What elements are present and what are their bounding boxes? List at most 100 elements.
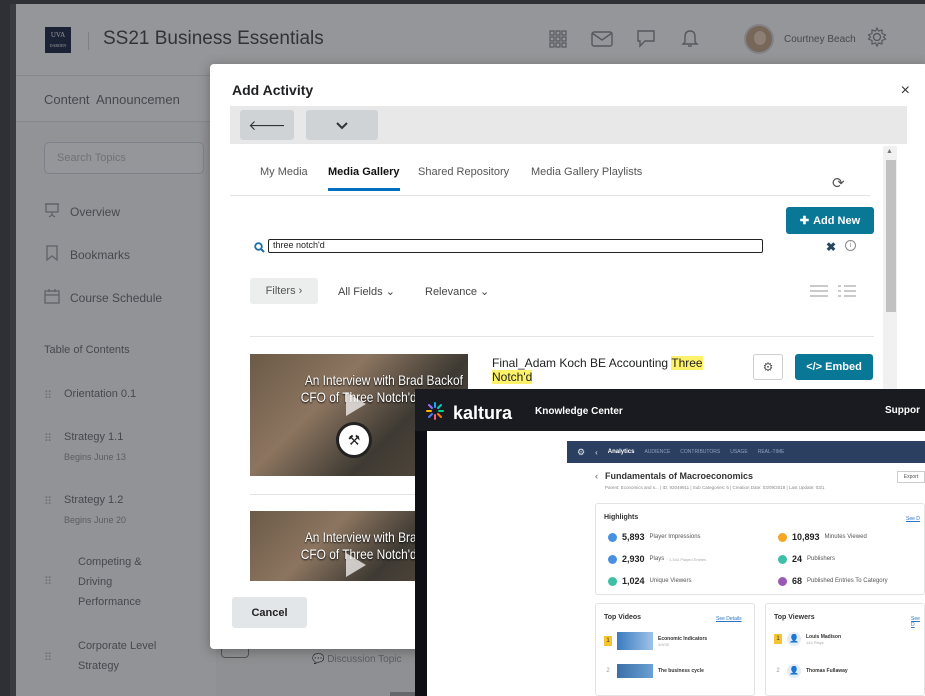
top-viewers-card: Top Viewers See D 1 👤 Louis Madison 144 Pla…	[765, 603, 925, 696]
tab-media-gallery[interactable]: Media Gallery	[328, 166, 400, 191]
tab-media-gallery-playlists[interactable]: Media Gallery Playlists	[531, 166, 642, 188]
kaltura-knowledge-center: kaltura Knowledge Center Suppor ⚙ ‹ Anal…	[415, 389, 925, 696]
highlights-card: Highlights See D 5,893 Player Impressions…	[595, 503, 925, 595]
scroll-up-icon[interactable]: ▲	[886, 148, 893, 155]
nav-contributors[interactable]: CONTRIBUTORS	[680, 449, 720, 455]
stat-item: 68 Published Entries To Category	[778, 576, 888, 586]
detailed-view-icon[interactable]	[838, 284, 856, 302]
see-details-link[interactable]: See Details	[716, 616, 742, 622]
knowledge-center-title[interactable]: Knowledge Center	[535, 406, 623, 417]
filters-button[interactable]: Filters ›	[250, 278, 318, 304]
nav-audience[interactable]: AUDIENCE	[644, 449, 670, 455]
rank-badge: 1	[604, 636, 612, 646]
support-link[interactable]: Suppor	[885, 405, 920, 416]
stat-value: 10,893	[792, 532, 820, 542]
stat-value: 2,930	[622, 554, 645, 564]
fields-dropdown[interactable]: All Fields ⌄	[338, 285, 395, 298]
gear-icon[interactable]: ⚙	[577, 447, 585, 458]
top-videos-card: Top Videos See Details 1 Economic Indicat…	[595, 603, 755, 696]
back-arrow-icon: 🡐	[248, 116, 286, 133]
embed-label: Embed	[825, 361, 862, 373]
list-item[interactable]: 1 👤 Louis Madison 144 Plays	[774, 632, 841, 646]
stat-label: Plays	[649, 556, 665, 562]
stat-item: 2,930 Plays 1,544 Played Entries	[608, 554, 706, 564]
user-icon: 👤	[787, 632, 801, 646]
clear-search-icon[interactable]: ✖	[826, 240, 836, 254]
highlights-title: Highlights	[604, 514, 639, 521]
viewer-name: Thomas Fullaway	[806, 668, 848, 674]
video-meta: 4/9/30	[658, 641, 670, 647]
result-title[interactable]: Final_Adam Koch BE Accounting Three Notc…	[492, 356, 712, 384]
stat-icon	[608, 532, 617, 542]
stat-value: 68	[792, 576, 803, 586]
entry-breadcrumb: Parent: Economics and s... | ID: 9204991…	[605, 485, 825, 490]
top-videos-title: Top Videos	[604, 614, 642, 621]
video-thumbnail	[617, 664, 653, 678]
code-icon: </>	[806, 361, 823, 373]
analytics-nav: ⚙ ‹ Analytics AUDIENCE CONTRIBUTORS USAG…	[567, 441, 925, 463]
stat-extra: 1,544 Played Entries	[669, 556, 707, 562]
stat-item: 1,024 Unique Viewers	[608, 576, 691, 586]
kaltura-body: ⚙ ‹ Analytics AUDIENCE CONTRIBUTORS USAG…	[427, 431, 925, 696]
kaltura-logo[interactable]: kaltura	[425, 401, 512, 426]
add-new-label: Add New	[813, 214, 861, 227]
stat-label: Published Entries To Category	[807, 578, 888, 584]
stat-value: 24	[792, 554, 803, 564]
viewer-name: Louis Madison	[806, 633, 841, 640]
chevron-down-icon: ⌄	[385, 286, 395, 298]
brewery-logo: ⚒	[336, 422, 372, 458]
settings-button[interactable]: ⚙	[753, 354, 783, 380]
stat-value: 5,893	[622, 532, 645, 542]
plus-icon: ✚	[799, 215, 810, 227]
export-button[interactable]: Export	[897, 471, 925, 483]
dropdown-button[interactable]	[306, 110, 378, 140]
video-name: The business cycle	[658, 668, 704, 674]
add-new-button[interactable]: ✚ Add New	[786, 207, 874, 234]
play-icon	[346, 392, 366, 416]
result-title-text: Final_Adam Koch BE Accounting	[492, 356, 672, 370]
nav-usage[interactable]: USAGE	[730, 449, 748, 455]
refresh-icon[interactable]: ⟳	[832, 174, 845, 192]
kaltura-logo-text: kaltura	[453, 403, 513, 423]
nav-real-time[interactable]: REAL-TIME	[758, 449, 785, 455]
tab-my-media[interactable]: My Media	[260, 166, 308, 188]
rank-badge: 2	[776, 668, 780, 674]
sort-dropdown[interactable]: Relevance ⌄	[425, 285, 489, 298]
tab-shared-repository[interactable]: Shared Repository	[418, 166, 509, 188]
sort-dropdown-label: Relevance	[425, 286, 477, 298]
stat-icon	[778, 576, 787, 586]
fields-dropdown-label: All Fields	[338, 286, 383, 298]
back-button[interactable]: 🡐	[240, 110, 294, 140]
info-icon[interactable]: i	[845, 240, 856, 251]
back-icon[interactable]: ‹	[595, 471, 598, 481]
list-item[interactable]: 2 👤 Thomas Fullaway	[774, 664, 848, 678]
stat-icon	[778, 532, 787, 542]
stat-item: 10,893 Minutes Viewed	[778, 532, 867, 542]
cancel-button[interactable]: Cancel	[232, 597, 307, 628]
stat-icon	[608, 554, 617, 564]
nav-analytics[interactable]: Analytics	[608, 449, 635, 455]
media-tabs: My Media Media Gallery Shared Repository…	[230, 154, 870, 196]
thumbnail-caption: An Interview with Brad Backof	[304, 372, 463, 388]
chevron-down-icon	[336, 117, 348, 133]
results-divider	[250, 336, 874, 337]
entry-title: Fundamentals of Macroeconomics	[605, 471, 754, 481]
stat-label: Player Impressions	[649, 534, 701, 540]
search-input[interactable]: three notch'd	[268, 239, 763, 253]
embed-button[interactable]: </> Embed	[795, 354, 873, 380]
stat-icon	[778, 554, 787, 564]
stat-icon	[608, 576, 617, 586]
top-viewers-title: Top Viewers	[774, 614, 815, 621]
scrollbar-thumb[interactable]	[886, 160, 896, 312]
see-details-link[interactable]: See D	[906, 516, 920, 522]
see-details-link[interactable]: See D	[911, 616, 924, 628]
close-icon[interactable]: ×	[901, 82, 910, 100]
list-view-icon[interactable]	[810, 284, 828, 302]
list-item[interactable]: 2 The business cycle	[604, 664, 704, 678]
search-icon	[254, 240, 265, 258]
stat-label: Minutes Viewed	[824, 534, 867, 540]
list-item[interactable]: 1 Economic Indicators 4/9/30	[604, 632, 707, 650]
stat-label: Publishers	[807, 556, 836, 562]
play-icon	[346, 553, 366, 577]
back-icon[interactable]: ‹	[595, 448, 598, 457]
